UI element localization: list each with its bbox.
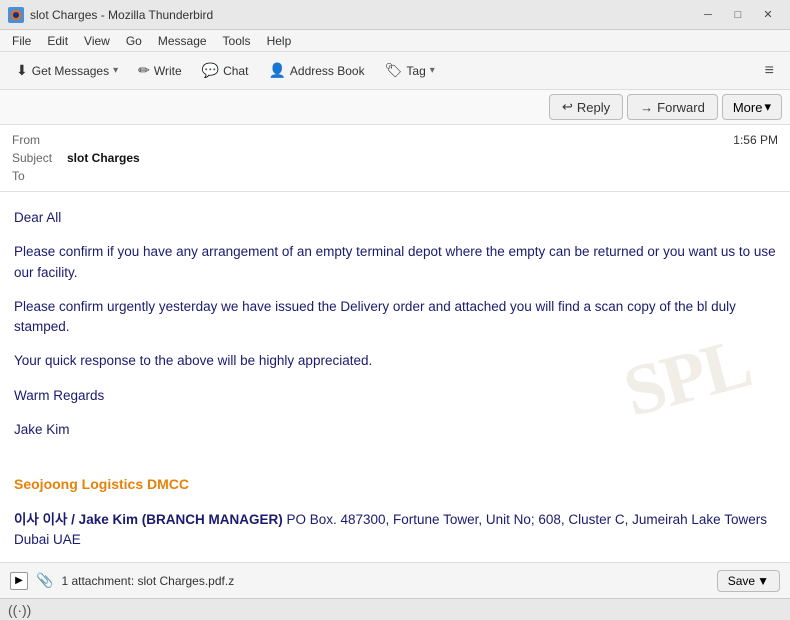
subject-row: Subject slot Charges bbox=[12, 149, 778, 167]
company-name: Seojoong Logistics DMCC bbox=[14, 476, 189, 492]
paragraph-3: Your quick response to the above will be… bbox=[14, 351, 776, 371]
write-icon: ✏ bbox=[138, 62, 150, 79]
maximize-button[interactable]: □ bbox=[724, 4, 752, 26]
get-messages-dropdown-icon: ▾ bbox=[113, 65, 118, 76]
attachment-bar: ▶ 📎 1 attachment: slot Charges.pdf.z Sav… bbox=[0, 562, 790, 598]
menu-tools[interactable]: Tools bbox=[215, 32, 259, 50]
menu-help[interactable]: Help bbox=[259, 32, 300, 50]
paragraph-2: Please confirm urgently yesterday we hav… bbox=[14, 297, 776, 338]
from-row: From 1:56 PM bbox=[12, 131, 778, 149]
app-icon bbox=[8, 7, 24, 23]
title-bar: slot Charges - Mozilla Thunderbird ─ □ ✕ bbox=[0, 0, 790, 30]
sig-line-1: 이사 이사 / Jake Kim (BRANCH MANAGER) PO Box… bbox=[14, 510, 776, 551]
menu-message[interactable]: Message bbox=[150, 32, 215, 50]
menu-go[interactable]: Go bbox=[118, 32, 150, 50]
greeting: Dear All bbox=[14, 208, 776, 228]
closing-2: Jake Kim bbox=[14, 420, 776, 440]
get-messages-icon: ⬇ bbox=[16, 62, 28, 79]
more-button[interactable]: More ▾ bbox=[722, 94, 782, 120]
email-body: SPL Dear All Please confirm if you have … bbox=[0, 192, 790, 562]
attachment-label: 1 attachment: slot Charges.pdf.z bbox=[61, 574, 708, 588]
address-book-icon: 👤 bbox=[268, 62, 285, 79]
toolbar: ⬇ Get Messages ▾ ✏ Write 💬 Chat 👤 Addres… bbox=[0, 52, 790, 90]
email-header: From 1:56 PM Subject slot Charges To bbox=[0, 125, 790, 192]
reply-icon: ↩ bbox=[562, 99, 573, 115]
menu-file[interactable]: File bbox=[4, 32, 39, 50]
forward-icon: → bbox=[640, 100, 653, 115]
hamburger-button[interactable]: ≡ bbox=[757, 58, 782, 84]
write-button[interactable]: ✏ Write bbox=[130, 58, 190, 83]
menu-edit[interactable]: Edit bbox=[39, 32, 76, 50]
tag-dropdown-icon: ▾ bbox=[430, 65, 435, 76]
email-time: 1:56 PM bbox=[733, 133, 778, 147]
attachment-icon: 📎 bbox=[36, 572, 53, 589]
chat-icon: 💬 bbox=[202, 62, 219, 79]
more-dropdown-icon: ▾ bbox=[764, 99, 771, 115]
expand-button[interactable]: ▶ bbox=[10, 572, 28, 590]
chat-button[interactable]: 💬 Chat bbox=[194, 58, 257, 83]
window-controls: ─ □ ✕ bbox=[694, 4, 782, 26]
window-title: slot Charges - Mozilla Thunderbird bbox=[30, 8, 694, 22]
forward-button[interactable]: → Forward bbox=[627, 94, 718, 120]
closing-1: Warm Regards bbox=[14, 386, 776, 406]
wifi-icon: ((·)) bbox=[8, 602, 31, 618]
status-bar: ((·)) bbox=[0, 598, 790, 620]
paragraph-1: Please confirm if you have any arrangeme… bbox=[14, 242, 776, 283]
subject-value: slot Charges bbox=[67, 151, 778, 165]
close-button[interactable]: ✕ bbox=[754, 4, 782, 26]
email-signature: Warm Regards Jake Kim Seojoong Logistics… bbox=[14, 386, 776, 563]
to-row: To bbox=[12, 167, 778, 185]
to-label: To bbox=[12, 169, 67, 183]
subject-label: Subject bbox=[12, 151, 67, 165]
tag-icon: 🏷 bbox=[385, 62, 403, 79]
save-button[interactable]: Save ▼ bbox=[717, 570, 780, 592]
from-label: From bbox=[12, 133, 67, 147]
sig-line-1-bold: 이사 이사 / Jake Kim (BRANCH MANAGER) bbox=[14, 512, 283, 527]
get-messages-button[interactable]: ⬇ Get Messages ▾ bbox=[8, 58, 126, 83]
reply-button[interactable]: ↩ Reply bbox=[549, 94, 623, 120]
content-area: ↩ Reply → Forward More ▾ From 1:56 PM Su… bbox=[0, 90, 790, 598]
address-book-button[interactable]: 👤 Address Book bbox=[260, 58, 372, 83]
action-bar: ↩ Reply → Forward More ▾ bbox=[0, 90, 790, 125]
menu-bar: File Edit View Go Message Tools Help bbox=[0, 30, 790, 52]
save-dropdown-icon: ▼ bbox=[757, 574, 769, 588]
minimize-button[interactable]: ─ bbox=[694, 4, 722, 26]
tag-button[interactable]: 🏷 Tag ▾ bbox=[377, 58, 443, 83]
menu-view[interactable]: View bbox=[76, 32, 118, 50]
